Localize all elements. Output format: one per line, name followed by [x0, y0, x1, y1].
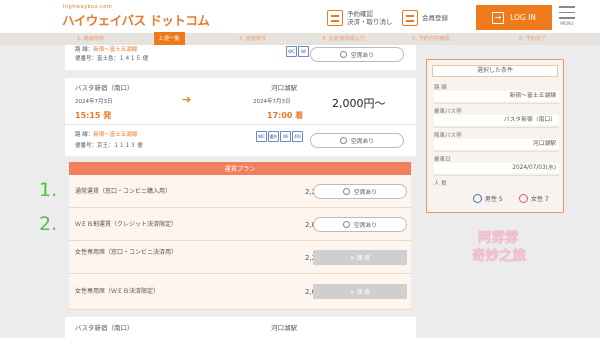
arrow-right-icon: ➔	[182, 93, 192, 106]
circle-icon	[339, 137, 347, 144]
reservation-icon	[327, 10, 343, 26]
vacancy-button[interactable]: 空席あり	[310, 133, 404, 148]
priority-seat-icon: 優先	[268, 131, 279, 142]
reservation-check-button[interactable]: 予約確認 決済・取り消し	[327, 7, 393, 29]
circle-icon	[342, 221, 350, 228]
female-count: 女性 7	[519, 194, 549, 203]
flight-number: 京王：１１１３ 便	[97, 143, 143, 149]
site-header: highwaybus.com ハイウェイバス ドットコム 予約確認 決済・取り消し…	[0, 0, 600, 33]
arrival-stop: 河口湖駅	[271, 84, 297, 92]
wifi-icon: Wi	[298, 46, 309, 57]
annotation-1: 1.	[39, 179, 58, 201]
fare-plan-row: ＷＥＢ割運賃（クレジット決済限定） 2,000円 空席あり	[69, 208, 411, 241]
step-5: 5. 予約内容確認	[412, 36, 450, 42]
step-4: 4. お客様情報入力	[322, 36, 365, 42]
toilet-icon: WC	[286, 46, 297, 57]
arrival-time: 17:00 着	[267, 111, 304, 120]
site-logo[interactable]: ハイウェイバス ドットコム	[62, 10, 210, 29]
step-1: 1. 路線検索	[77, 36, 105, 42]
date-value: 2024/07/03(水)	[434, 163, 559, 173]
departure-time: 15:15 発	[75, 111, 112, 120]
route-link: 新宿〜富士五湖線	[93, 132, 138, 138]
fare-plan-row: 女性専用席（窓口・コンビニ決済用） 2,200円 ✕ 満 席	[69, 241, 411, 274]
member-icon	[402, 10, 418, 26]
facility-icons: WC Wi	[286, 46, 309, 57]
selected-conditions-panel: 選択した条件 路 線 新宿〜富士五湖線 乗車バス停 バスタ新宿（南口） 降車バス…	[426, 59, 564, 213]
fare-plan-row: 通常運賃（窓口・コンビニ購入用） 2,200円 空席あり	[69, 175, 411, 208]
four-row-seat-icon: 4列	[292, 131, 303, 142]
sold-out-button: ✕ 満 席	[313, 250, 407, 265]
toilet-icon: WC	[256, 131, 267, 142]
circle-icon	[339, 51, 347, 58]
departure-stop: バスタ新宿（南口）	[75, 84, 134, 92]
step-3: 3. 座席条件	[239, 36, 267, 42]
step-2-active: 2.便一覧	[154, 32, 185, 50]
progress-steps: 1. 路線検索 2.便一覧 3. 座席条件 4. お客様情報入力 5. 予約内容…	[0, 32, 600, 50]
sold-out-button: ✕ 満 席	[313, 284, 407, 299]
fare-plan-header: 運賃プラン	[69, 162, 411, 175]
bus-card-selected: バスタ新宿（南口） 河口湖駅 2024年7月3日 ➔ 2024年7月3日 2,0…	[65, 78, 416, 156]
login-arrow-icon: →	[492, 11, 505, 24]
panel-title: 選択した条件	[432, 65, 558, 77]
bus-card-previous: 路 線：新宿〜富士五湖線 便番号：富士急：１４１５ 便 WC Wi 空席あり	[65, 45, 416, 70]
female-icon	[519, 194, 528, 203]
male-icon	[473, 194, 482, 203]
route-value: 新宿〜富士五湖線	[434, 91, 559, 101]
vacancy-button[interactable]: 空席あり	[310, 47, 404, 62]
bus-card-next: バスタ新宿（南口） 河口湖駅	[65, 317, 416, 338]
annotation-2: 2.	[39, 213, 58, 235]
circle-icon	[342, 188, 350, 195]
alight-stop-value: 河口湖駅	[434, 139, 559, 149]
male-count: 男性 5	[473, 194, 503, 203]
wifi-icon: Wi	[280, 131, 291, 142]
watermark: 阿雰雰 奇妙之旅	[472, 230, 526, 264]
arrival-date: 2024年7月3日	[253, 99, 291, 105]
fare-select-button[interactable]: 空席あり	[313, 184, 407, 199]
fare-plan-row: 女性専用席（ＷＥＢ決済限定） 2,000円 ✕ 満 席	[69, 274, 411, 310]
fare-from-price: 2,000円〜	[332, 97, 386, 110]
member-register-button[interactable]: 会員登録	[402, 7, 448, 29]
step-6: 6. 予約完了	[519, 36, 547, 42]
board-stop-value: バスタ新宿（南口）	[434, 115, 559, 125]
departure-date: 2024年7月3日	[75, 99, 113, 105]
login-button[interactable]: → LOG IN	[476, 5, 552, 30]
facility-icons: WC 優先 Wi 4列	[256, 131, 303, 142]
fare-select-button[interactable]: 空席あり	[313, 217, 407, 232]
menu-button[interactable]: MENU	[559, 6, 575, 27]
